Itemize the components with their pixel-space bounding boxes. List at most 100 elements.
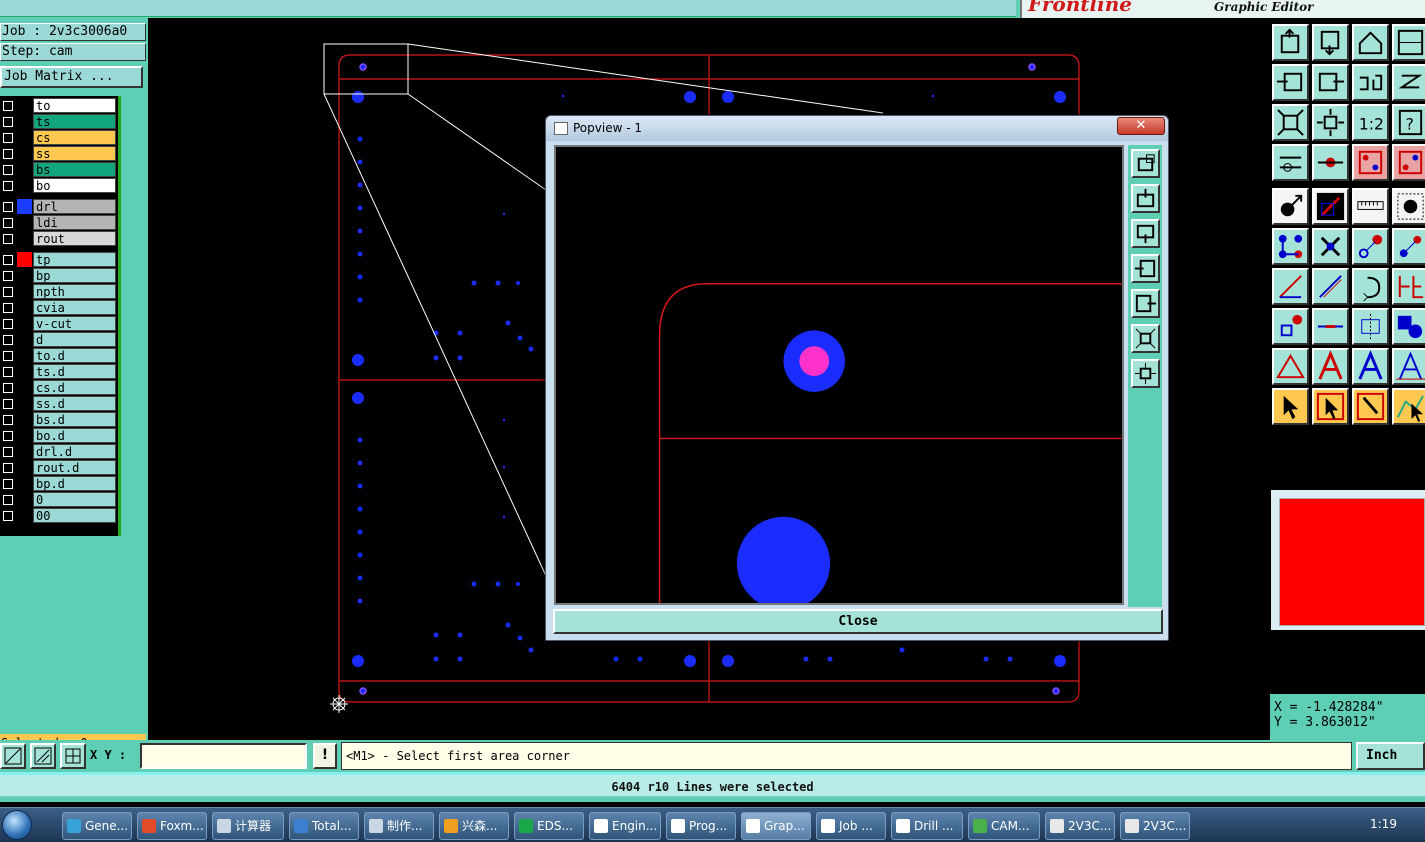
layer-row-cvia[interactable]: cvia [0, 300, 118, 316]
layer-row-bs.d[interactable]: bs.d [0, 412, 118, 428]
taskbar-item[interactable]: 制作... [364, 812, 434, 840]
layer-name[interactable]: drl [33, 199, 116, 214]
layer-color-swatch[interactable] [17, 130, 32, 145]
text-red-icon[interactable] [1312, 348, 1349, 385]
layer-name[interactable]: ts [33, 114, 116, 129]
start-button[interactable] [2, 810, 32, 840]
layer-checkbox[interactable] [3, 133, 13, 143]
overview-preview[interactable] [1271, 490, 1425, 630]
layer-checkbox[interactable] [3, 399, 13, 409]
layer-color-swatch[interactable] [17, 364, 32, 379]
layer-color-swatch[interactable] [17, 178, 32, 193]
layer-checkbox[interactable] [3, 495, 13, 505]
close-button[interactable]: Close [553, 609, 1163, 634]
probe-icon[interactable] [1312, 144, 1349, 181]
layer-name[interactable]: bp [33, 268, 116, 283]
layer-color-swatch[interactable] [17, 492, 32, 507]
text-alt-icon[interactable] [1392, 348, 1425, 385]
layer-row-d[interactable]: d [0, 332, 118, 348]
layer-name[interactable]: cs [33, 130, 116, 145]
layer-checkbox[interactable] [3, 117, 13, 127]
layer-color-swatch[interactable] [17, 268, 32, 283]
layer-name[interactable]: v-cut [33, 316, 116, 331]
layer-row-npth[interactable]: npth [0, 284, 118, 300]
job-matrix-button[interactable]: Job Matrix ... [0, 66, 143, 88]
one-to-two-icon[interactable]: 1:2 [1352, 104, 1389, 141]
layer-color-swatch[interactable] [17, 162, 32, 177]
swap-icon[interactable] [1352, 64, 1389, 101]
zoom-icon[interactable] [1131, 149, 1160, 178]
pad-add-icon[interactable] [1272, 308, 1309, 345]
layer-color-swatch[interactable] [17, 199, 32, 214]
layer-name[interactable]: cs.d [33, 380, 116, 395]
layer-row-0[interactable]: 0 [0, 492, 118, 508]
snap-blue-icon[interactable] [1392, 228, 1425, 265]
layer-color-swatch[interactable] [17, 284, 32, 299]
taskbar-item[interactable]: Drill ... [891, 812, 963, 840]
taskbar-item[interactable]: 计算器 [212, 812, 284, 840]
popview-titlebar[interactable]: Popview - 1 ✕ [546, 116, 1168, 141]
layer-name[interactable]: drl.d [33, 444, 116, 459]
split-window-icon[interactable] [1392, 24, 1425, 61]
layer-checkbox[interactable] [3, 351, 13, 361]
layer-name[interactable]: cvia [33, 300, 116, 315]
layer-color-swatch[interactable] [17, 215, 32, 230]
layer-name[interactable]: tp [33, 252, 116, 267]
layer-checkbox[interactable] [3, 431, 13, 441]
layer-color-swatch[interactable] [17, 444, 32, 459]
layer-checkbox[interactable] [3, 165, 13, 175]
layer-name[interactable]: ts.d [33, 364, 116, 379]
home-icon[interactable] [1352, 24, 1389, 61]
layer-name[interactable]: bp.d [33, 476, 116, 491]
zoom-area-icon[interactable] [30, 743, 56, 769]
layer-name[interactable]: to [33, 98, 116, 113]
layer-color-swatch[interactable] [17, 380, 32, 395]
layer-name[interactable]: 00 [33, 508, 116, 523]
layer-row-bo[interactable]: bo [0, 178, 118, 194]
layer-color-swatch[interactable] [17, 332, 32, 347]
line-red-icon[interactable] [1272, 268, 1309, 305]
layer-name[interactable]: to.d [33, 348, 116, 363]
grid-icon[interactable] [60, 743, 86, 769]
text-blue-icon[interactable] [1352, 348, 1389, 385]
taskbar-item[interactable]: Gene... [62, 812, 132, 840]
layer-row-drl.d[interactable]: drl.d [0, 444, 118, 460]
layer-row-ts.d[interactable]: ts.d [0, 364, 118, 380]
layer-row-bs[interactable]: bs [0, 162, 118, 178]
taskbar-item[interactable]: Total... [289, 812, 359, 840]
layer-row-bp.d[interactable]: bp.d [0, 476, 118, 492]
layer-color-swatch[interactable] [17, 428, 32, 443]
down-icon[interactable] [1131, 219, 1160, 248]
layer-color-swatch[interactable] [17, 300, 32, 315]
layer-color-swatch[interactable] [17, 412, 32, 427]
layer-row-cs[interactable]: cs [0, 130, 118, 146]
close-icon[interactable]: ✕ [1117, 117, 1165, 135]
measure-icon[interactable] [1272, 144, 1309, 181]
layer-name[interactable]: ss [33, 146, 116, 161]
layer-row-ss.d[interactable]: ss.d [0, 396, 118, 412]
taskbar-item[interactable]: EDS... [514, 812, 584, 840]
line-blue-icon[interactable] [1312, 268, 1349, 305]
layer-checkbox[interactable] [3, 255, 13, 265]
cross-icon[interactable] [1312, 228, 1349, 265]
layer-row-rout[interactable]: rout [0, 231, 118, 247]
layer-name[interactable]: bo [33, 178, 116, 193]
net-pointer-icon[interactable] [1392, 388, 1425, 425]
route-red-icon[interactable] [1352, 144, 1389, 181]
scroll-icon[interactable] [1392, 64, 1425, 101]
layer-color-swatch[interactable] [17, 476, 32, 491]
layer-color-swatch[interactable] [17, 146, 32, 161]
layer-name[interactable]: 0 [33, 492, 116, 507]
layer-checkbox[interactable] [3, 319, 13, 329]
layer-color-swatch[interactable] [17, 348, 32, 363]
move-down-icon[interactable] [1312, 24, 1349, 61]
layer-checkbox[interactable] [3, 479, 13, 489]
layer-row-ss[interactable]: ss [0, 146, 118, 162]
layer-checkbox[interactable] [3, 218, 13, 228]
layer-name[interactable]: ldi [33, 215, 116, 230]
left-icon[interactable] [1131, 254, 1160, 283]
layer-name[interactable]: npth [33, 284, 116, 299]
pointer-red-icon[interactable] [1352, 388, 1389, 425]
layer-checkbox[interactable] [3, 303, 13, 313]
popview-canvas[interactable] [554, 145, 1124, 605]
